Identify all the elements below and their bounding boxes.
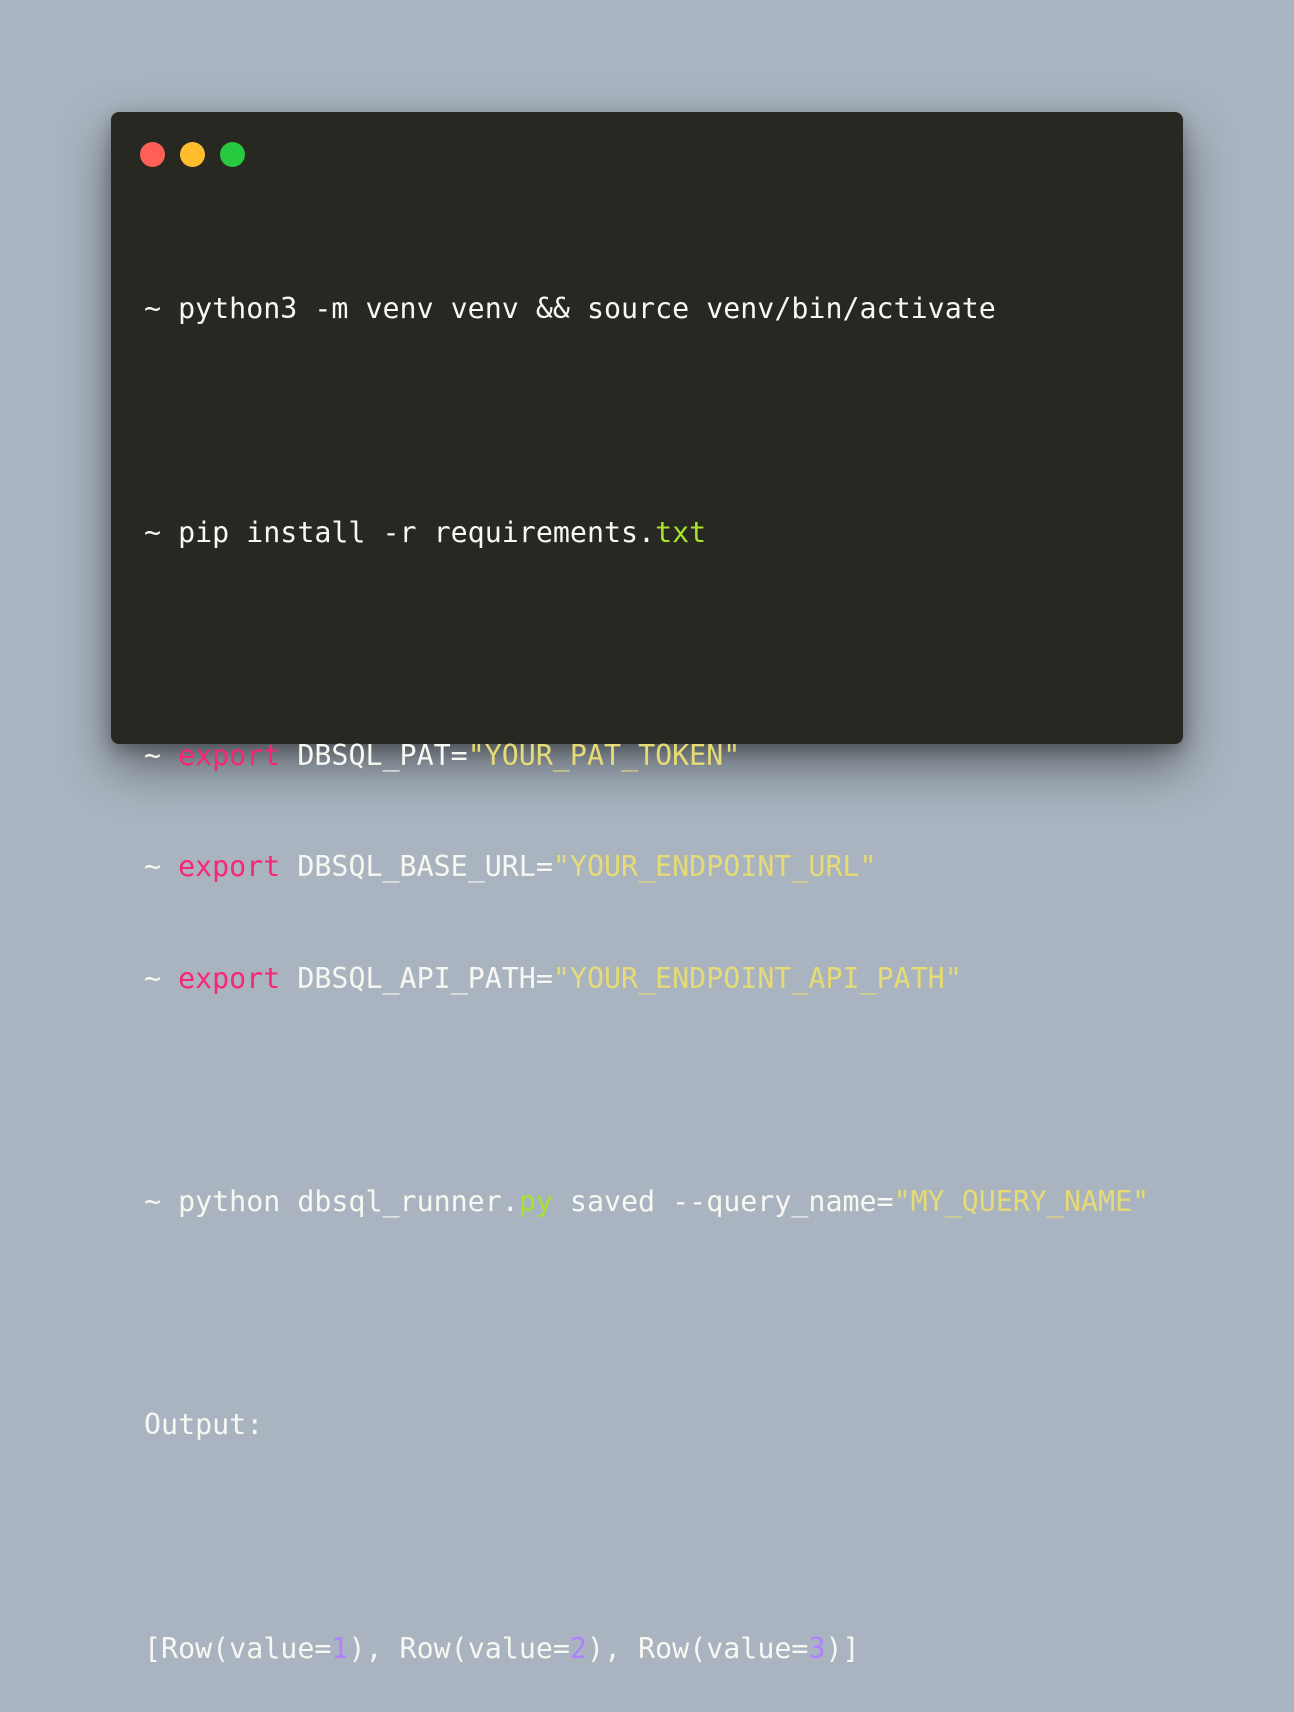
output-number: 3 xyxy=(808,1631,826,1665)
output-number: 1 xyxy=(331,1631,349,1665)
output-label: Output: xyxy=(144,1406,1149,1443)
command-line-venv: ~ python3 -m venv venv && source venv/bi… xyxy=(144,290,1149,327)
export-keyword: export xyxy=(178,738,281,772)
file-extension: txt xyxy=(655,515,707,549)
command-line-runner: ~ python dbsql_runner.py saved --query_n… xyxy=(144,1183,1149,1220)
prompt: ~ xyxy=(144,850,179,884)
output-text: )] xyxy=(825,1631,860,1665)
variable-assign: DBSQL_PAT= xyxy=(280,738,468,772)
output-text: ), Row(value= xyxy=(586,1631,809,1665)
output-label-text: Output: xyxy=(144,1408,264,1442)
output-text: ), Row(value= xyxy=(348,1631,570,1665)
string-value: "MY_QUERY_NAME" xyxy=(893,1185,1150,1219)
command-args: saved --query_name= xyxy=(552,1185,894,1219)
string-value: "YOUR_ENDPOINT_URL" xyxy=(552,850,877,884)
command-text: ~ pip install -r requirements. xyxy=(144,515,656,549)
prompt: ~ xyxy=(144,961,179,995)
file-extension: py xyxy=(518,1185,553,1219)
code-block: ~ python3 -m venv venv && source venv/bi… xyxy=(144,216,1149,1712)
string-value: "YOUR_ENDPOINT_API_PATH" xyxy=(552,961,962,995)
maximize-dot-icon[interactable] xyxy=(220,142,245,167)
output-number: 2 xyxy=(569,1631,587,1665)
command-line-export-base-url: ~ export DBSQL_BASE_URL="YOUR_ENDPOINT_U… xyxy=(144,848,1149,885)
code-window: ~ python3 -m venv venv && source venv/bi… xyxy=(111,112,1183,1665)
prompt: ~ xyxy=(144,738,179,772)
output-text: [Row(value= xyxy=(144,1631,332,1665)
close-dot-icon[interactable] xyxy=(140,142,165,167)
command-line-export-pat: ~ export DBSQL_PAT="YOUR_PAT_TOKEN" xyxy=(144,737,1149,774)
window-controls xyxy=(140,142,245,167)
command-line-pip: ~ pip install -r requirements.txt xyxy=(144,514,1149,551)
command-line-export-api-path: ~ export DBSQL_API_PATH="YOUR_ENDPOINT_A… xyxy=(144,960,1149,997)
minimize-dot-icon[interactable] xyxy=(180,142,205,167)
command-text: ~ python3 -m venv venv && source venv/bi… xyxy=(144,292,996,326)
output-result: [Row(value=1), Row(value=2), Row(value=3… xyxy=(144,1630,1149,1667)
variable-assign: DBSQL_BASE_URL= xyxy=(280,850,553,884)
variable-assign: DBSQL_API_PATH= xyxy=(280,961,553,995)
string-value: "YOUR_PAT_TOKEN" xyxy=(467,738,741,772)
export-keyword: export xyxy=(178,961,281,995)
export-keyword: export xyxy=(178,850,281,884)
command-text: ~ python dbsql_runner. xyxy=(144,1185,519,1219)
